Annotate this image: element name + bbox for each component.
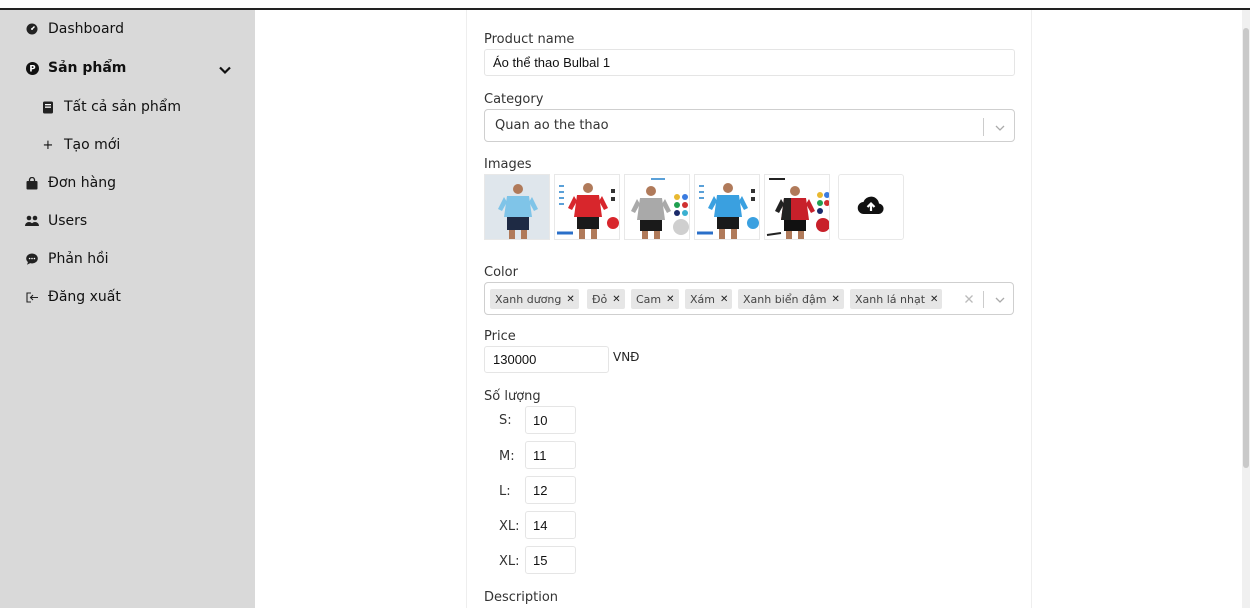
product-image-thumb[interactable]	[764, 174, 830, 240]
sidebar-item-tat-ca-san-pham[interactable]: Tất cả sản phẩm	[40, 93, 181, 121]
shirt-photo-icon	[557, 183, 619, 239]
product-image-thumb[interactable]	[484, 174, 550, 240]
category-label: Category	[484, 92, 544, 107]
shopping-bag-icon	[24, 175, 40, 191]
size-label: M:	[499, 449, 515, 464]
size-quantity-input[interactable]: 14	[525, 511, 576, 539]
svg-text:P: P	[29, 64, 35, 74]
color-tag-label: Xanh biển đậm	[743, 292, 827, 306]
size-quantity-input[interactable]: 15	[525, 546, 576, 574]
cloud-upload-icon	[857, 195, 885, 219]
size-label: XL:	[499, 519, 520, 534]
color-tag-label: Xanh lá nhạt	[855, 292, 926, 306]
sidebar-item-label: Users	[48, 213, 88, 229]
gauge-icon	[24, 21, 40, 37]
size-label: S:	[499, 413, 512, 428]
color-tag: Đỏ ✕	[587, 289, 625, 309]
product-image-thumb[interactable]	[554, 174, 620, 240]
color-label: Color	[484, 265, 518, 280]
remove-tag-icon[interactable]: ✕	[930, 294, 938, 305]
sidebar-item-label: Tất cả sản phẩm	[64, 99, 181, 115]
clear-all-icon[interactable]	[962, 291, 976, 305]
product-name-input[interactable]: Áo thể thao Bulbal 1	[484, 49, 1015, 76]
color-tag: Xanh lá nhạt ✕	[850, 289, 943, 309]
color-tag-label: Xanh dương	[495, 292, 562, 306]
shirt-photo-icon	[697, 183, 759, 239]
description-label: Description	[484, 590, 559, 605]
remove-tag-icon[interactable]: ✕	[566, 294, 574, 305]
sidebar-item-dang-xuat[interactable]: Đăng xuất	[24, 283, 121, 311]
size-label: L:	[499, 484, 511, 499]
shirt-photo-icon	[631, 178, 689, 239]
color-tag: Xám ✕	[685, 289, 733, 309]
sidebar-item-label: Dashboard	[48, 21, 124, 37]
product-image-thumb[interactable]	[624, 174, 690, 240]
sidebar-item-phan-hoi[interactable]: Phản hồi	[24, 245, 109, 273]
comment-icon	[24, 251, 40, 267]
sidebar-item-label: Tạo mới	[64, 137, 121, 153]
sidebar-item-dashboard[interactable]: Dashboard	[24, 15, 124, 43]
size-quantity-input[interactable]: 12	[525, 476, 576, 504]
sidebar-item-users[interactable]: Users	[24, 207, 87, 235]
category-value: Quan ao the thao	[495, 118, 609, 133]
remove-tag-icon[interactable]: ✕	[612, 294, 620, 305]
shirt-photo-icon	[498, 184, 538, 239]
product-image-thumb[interactable]	[694, 174, 760, 240]
color-tag: Xanh dương ✕	[490, 289, 579, 309]
sidebar-item-label: Đăng xuất	[48, 289, 121, 305]
color-tag: Cam ✕	[631, 289, 679, 309]
price-input[interactable]: 130000	[484, 346, 609, 373]
remove-tag-icon[interactable]: ✕	[666, 294, 674, 305]
sidebar-item-label: Phản hồi	[48, 251, 109, 267]
price-unit: VNĐ	[613, 350, 640, 364]
remove-tag-icon[interactable]: ✕	[831, 294, 839, 305]
color-tag-label: Cam	[636, 292, 662, 306]
upload-image-button[interactable]	[838, 174, 904, 240]
color-tag-label: Đỏ	[592, 292, 608, 306]
images-label: Images	[484, 157, 532, 172]
category-select[interactable]: Quan ao the thao	[484, 109, 1015, 142]
price-label: Price	[484, 329, 516, 344]
sidebar-item-don-hang[interactable]: Đơn hàng	[24, 169, 116, 197]
scrollbar-thumb[interactable]	[1243, 28, 1249, 468]
size-quantity-input[interactable]: 10	[525, 406, 576, 434]
sidebar: Dashboard P Sản phẩm Tất cả sản phẩm + T…	[0, 10, 255, 608]
color-tag-label: Xám	[690, 292, 715, 306]
p-circle-icon: P	[24, 60, 40, 76]
book-icon	[40, 99, 56, 115]
product-name-label: Product name	[484, 32, 575, 47]
page-scrollbar[interactable]	[1242, 10, 1250, 608]
color-tag: Xanh biển đậm ✕	[738, 289, 844, 309]
sign-out-icon	[24, 289, 40, 305]
sidebar-item-label: Sản phẩm	[48, 60, 127, 76]
chevron-down-icon[interactable]	[218, 62, 232, 76]
select-separator	[983, 118, 984, 136]
sidebar-item-label: Đơn hàng	[48, 175, 116, 191]
quantity-label: Số lượng	[484, 389, 541, 404]
size-label: XL:	[499, 554, 520, 569]
size-quantity-input[interactable]: 11	[525, 441, 576, 469]
color-multiselect[interactable]: Xanh dương ✕ Đỏ ✕ Cam ✕ Xám ✕ Xanh biển đậm ✕…	[484, 282, 1014, 315]
sidebar-item-san-pham[interactable]: P Sản phẩm	[24, 54, 126, 82]
chevron-down-icon[interactable]	[993, 292, 1007, 306]
shirt-photo-icon	[766, 178, 829, 239]
select-separator	[983, 291, 984, 308]
remove-tag-icon[interactable]: ✕	[720, 294, 728, 305]
plus-icon: +	[42, 137, 54, 153]
users-icon	[24, 213, 40, 229]
chevron-down-icon[interactable]	[993, 120, 1007, 134]
sidebar-item-tao-moi[interactable]: + Tạo mới	[40, 131, 121, 159]
